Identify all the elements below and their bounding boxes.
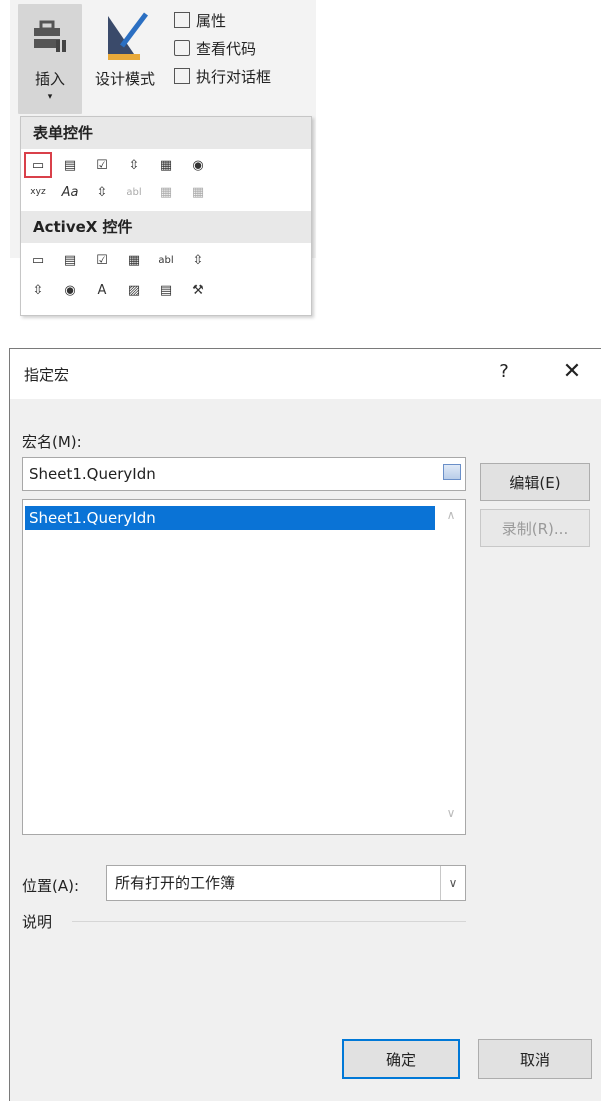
chevron-down-icon[interactable]: ∨ [440,866,465,900]
design-mode-label: 设计模式 [94,70,155,88]
properties-button[interactable]: 属性 [174,8,226,32]
run-dialog-button[interactable]: 执行对话框 [174,64,271,88]
combo-box-activex[interactable]: ▤ [56,247,84,273]
check-box-form-control[interactable]: ☑ [88,152,116,178]
properties-label: 属性 [196,11,227,30]
insert-label: 插入 [34,70,65,88]
insert-controls-menu: 表单控件 ▭ ▤ ☑ ⇳ ▦ ◉ xyz Aa ⇳ abl ▦ ▦ Active… [20,116,312,316]
image-activex[interactable]: ▨ [120,277,148,303]
check-box-activex[interactable]: ☑ [88,247,116,273]
list-box-form-control[interactable]: ▦ [152,152,180,178]
chevron-down-icon: ▾ [47,92,53,102]
text-box-activex[interactable]: abl [152,247,180,273]
help-button[interactable]: ? [492,361,516,382]
combo-box-form-control[interactable]: ▤ [56,152,84,178]
list-item[interactable]: Sheet1.QueryIdn [25,506,435,530]
more-controls-activex[interactable]: ⚒ [184,277,212,303]
spin-button-form-control[interactable]: ⇳ [120,152,148,178]
dialog-title: 指定宏 [24,366,70,384]
option-button-activex[interactable]: ◉ [56,277,84,303]
option-button-form-control[interactable]: ◉ [184,152,212,178]
macro-name-label: 宏名(M): [22,433,82,451]
command-button-activex[interactable]: ▭ [24,247,52,273]
label-activex[interactable]: A [88,277,116,303]
location-select[interactable]: 所有打开的工作簿 ∨ [106,865,466,901]
macro-name-input[interactable]: Sheet1.QueryIdn [22,457,466,491]
combo-dropdown-edit-form-control: ▦ [191,184,205,200]
description-label: 说明 [22,913,53,931]
macro-name-value: Sheet1.QueryIdn [29,465,156,483]
scroll-bar-activex[interactable]: ⇳ [184,247,212,273]
properties-icon [174,12,190,28]
scroll-up-icon[interactable]: ∧ [442,508,460,522]
assign-macro-dialog: 指定宏 ? ✕ 宏名(M): Sheet1.QueryIdn Sheet1.Qu… [9,348,601,1101]
form-controls-row-1: ▭ ▤ ☑ ⇳ ▦ ◉ [24,152,212,178]
edit-button[interactable]: 编辑(E) [480,463,590,501]
run-dialog-icon [174,68,190,84]
scroll-bar-form-control[interactable]: ⇳ [88,179,116,205]
design-mode-icon [108,12,148,60]
view-code-icon [174,40,190,56]
record-button: 录制(R)... [480,509,590,547]
form-controls-header: 表单控件 [21,117,311,149]
scroll-down-icon[interactable]: ∨ [442,806,460,820]
activex-controls-row-1: ▭ ▤ ☑ ▦ abl ⇳ [24,247,212,273]
toolbox-icon [34,20,66,52]
description-divider [72,921,466,922]
macro-list[interactable]: Sheet1.QueryIdn ∧ ∨ [22,499,466,835]
location-value: 所有打开的工作簿 [115,874,236,892]
combo-list-edit-form-control: ▦ [159,184,173,200]
activex-controls-row-2: ⇳ ◉ A ▨ ▤ ⚒ [24,277,212,303]
close-icon[interactable]: ✕ [558,359,586,384]
run-dialog-label: 执行对话框 [196,67,272,86]
view-code-label: 查看代码 [196,39,257,58]
insert-controls-button[interactable]: 插入 ▾ [18,4,82,114]
activex-controls-header: ActiveX 控件 [21,211,311,243]
button-form-control[interactable]: ▭ [24,152,52,178]
toggle-button-activex[interactable]: ▤ [152,277,180,303]
design-mode-button[interactable]: 设计模式 [84,4,166,104]
group-box-form-control[interactable]: xyz [24,179,52,205]
label-form-control[interactable]: Aa [56,179,84,205]
spin-button-activex[interactable]: ⇳ [24,277,52,303]
dialog-titlebar: 指定宏 ? ✕ [10,349,601,399]
list-box-activex[interactable]: ▦ [120,247,148,273]
range-select-icon[interactable] [443,464,461,480]
cancel-button[interactable]: 取消 [478,1039,592,1079]
form-controls-row-2: xyz Aa ⇳ abl ▦ ▦ [24,179,212,205]
location-label: 位置(A): [22,877,80,895]
view-code-button[interactable]: 查看代码 [174,36,256,60]
ok-button[interactable]: 确定 [342,1039,460,1079]
text-field-form-control: abl [126,186,142,198]
